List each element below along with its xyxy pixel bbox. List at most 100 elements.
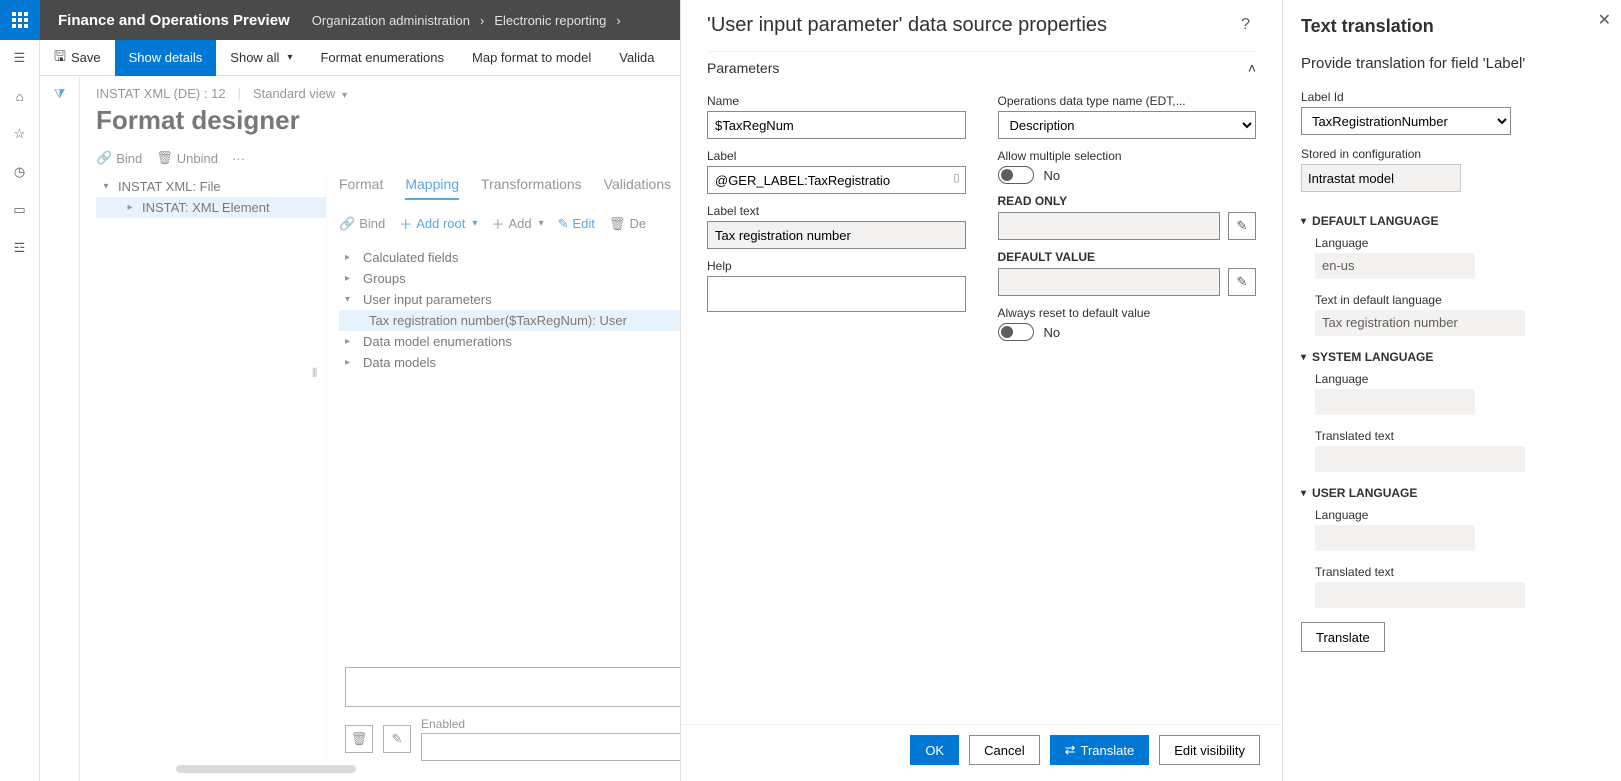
caret-down-icon: ▾ [1301,352,1306,363]
delete-row-button[interactable]: 🗑 [345,725,373,753]
section-parameters[interactable]: Parameters ˄ [707,51,1256,84]
add-root-button[interactable]: ＋Add root▾ [399,214,477,233]
language-value: en-us [1315,253,1475,279]
modules-icon[interactable]: ☲ [8,236,32,260]
trash-icon: 🗑 [609,216,626,232]
tab-transformations[interactable]: Transformations [481,176,582,200]
link-icon: 🔗 [96,150,112,166]
hamburger-icon[interactable]: ☰ [8,46,32,70]
edit-default-button[interactable]: ✎ [1228,268,1256,296]
caret-down-icon: ▾ [100,181,112,192]
waffle-icon[interactable] [0,0,40,40]
pencil-icon: ✎ [1237,218,1248,234]
system-translated-value[interactable] [1315,446,1525,472]
label-input[interactable] [707,166,966,194]
translated-label: Translated text [1315,565,1603,579]
dialog-title: 'User input parameter' data source prope… [707,14,1235,37]
caret-right-icon: ▸ [345,357,355,368]
trash-icon: 🗑 [351,731,368,747]
save-button[interactable]: 🖫Save [40,40,115,76]
validate-button[interactable]: Valida [605,40,668,76]
star-icon[interactable]: ☆ [8,122,32,146]
section-user-language[interactable]: ▾USER LANGUAGE [1301,486,1603,500]
user-translated-value[interactable] [1315,582,1525,608]
edt-select[interactable]: Description [998,111,1257,139]
filter-icon: ⧩ [54,86,66,781]
close-icon[interactable]: ✕ [1598,10,1611,30]
format-enumerations-button[interactable]: Format enumerations [306,40,458,76]
caret-right-icon: ▸ [345,273,355,284]
chevron-right-icon: › [610,13,626,28]
caret-right-icon: ▸ [124,202,136,213]
edit-readonly-button[interactable]: ✎ [1228,212,1256,240]
view-selector[interactable]: Standard view ▾ [253,86,347,101]
show-all-button[interactable]: Show all▾ [216,40,306,76]
translation-panel: ✕ Text translation Provide translation f… [1282,0,1621,781]
tab-format[interactable]: Format [339,176,383,200]
splitter-handle[interactable]: ⦀ [312,366,317,381]
ok-button[interactable]: OK [910,735,959,765]
pencil-icon: ✎ [558,216,569,232]
bind-button[interactable]: 🔗Bind [339,216,385,232]
caret-down-icon: ▾ [1301,216,1306,227]
more-button[interactable]: ··· [232,151,245,166]
translation-subtitle: Provide translation for field 'Label' [1301,53,1603,74]
breadcrumb-item[interactable]: Electronic reporting [490,13,610,28]
delete-button[interactable]: 🗑De [609,216,646,232]
tree-item-child[interactable]: ▸INSTAT: XML Element [96,197,326,218]
help-input[interactable] [707,276,966,312]
tab-mapping[interactable]: Mapping [405,176,459,200]
breadcrumb-item[interactable]: Organization administration [308,13,474,28]
show-details-button[interactable]: Show details [115,40,217,76]
stored-label: Stored in configuration [1301,147,1603,161]
user-language-value[interactable] [1315,525,1475,551]
chevron-down-icon: ▾ [539,218,544,229]
labelid-select[interactable]: TaxRegistrationNumber [1301,107,1511,135]
unbind-button[interactable]: 🗑Unbind [156,150,218,166]
config-name: INSTAT XML (DE) : 12 [96,86,226,101]
reset-value: No [1044,325,1061,340]
section-default-language[interactable]: ▾DEFAULT LANGUAGE [1301,214,1603,228]
allow-multi-label: Allow multiple selection [998,149,1257,163]
recent-icon[interactable]: ◷ [8,160,32,184]
workspace-icon[interactable]: ▭ [8,198,32,222]
help-icon[interactable]: ? [1235,14,1256,36]
format-tree: ▾INSTAT XML: File ▸INSTAT: XML Element [96,176,326,761]
readonly-heading: READ ONLY [998,194,1257,208]
cancel-button[interactable]: Cancel [969,735,1039,765]
textdef-label: Text in default language [1315,293,1603,307]
edit-button[interactable]: ✎Edit [558,216,595,232]
app-title: Finance and Operations Preview [40,12,308,29]
chevron-right-icon: › [474,13,490,28]
tree-item-root[interactable]: ▾INSTAT XML: File [96,176,326,197]
chevron-up-icon: ˄ [1248,60,1256,76]
caret-down-icon: ▾ [1301,488,1306,499]
edit-visibility-button[interactable]: Edit visibility [1159,735,1260,765]
allow-multi-value: No [1044,168,1061,183]
map-format-button[interactable]: Map format to model [458,40,605,76]
filter-pane[interactable]: ⧩ [40,76,80,781]
labelid-label: Label Id [1301,90,1603,104]
language-label: Language [1315,372,1603,386]
language-label: Language [1315,508,1603,522]
scrollbar[interactable] [176,765,356,773]
translated-label: Translated text [1315,429,1603,443]
section-system-language[interactable]: ▾SYSTEM LANGUAGE [1301,350,1603,364]
reset-toggle[interactable] [998,323,1034,341]
allow-multi-toggle[interactable] [998,166,1034,184]
translate-action-button[interactable]: Translate [1301,622,1385,652]
pencil-icon: ✎ [392,731,403,747]
reset-label: Always reset to default value [998,306,1257,320]
system-language-value[interactable] [1315,389,1475,415]
translate-button[interactable]: ⇄Translate [1050,735,1150,765]
breadcrumb: Organization administration › Electronic… [308,13,627,28]
info-icon[interactable]: ▯ [953,171,959,184]
language-label: Language [1315,236,1603,250]
default-input [998,268,1221,296]
bind-button[interactable]: 🔗Bind [96,150,142,166]
tab-validations[interactable]: Validations [604,176,671,200]
home-icon[interactable]: ⌂ [8,84,32,108]
add-button[interactable]: ＋Add▾ [491,214,543,233]
edit-row-button[interactable]: ✎ [383,725,411,753]
name-input[interactable] [707,111,966,139]
